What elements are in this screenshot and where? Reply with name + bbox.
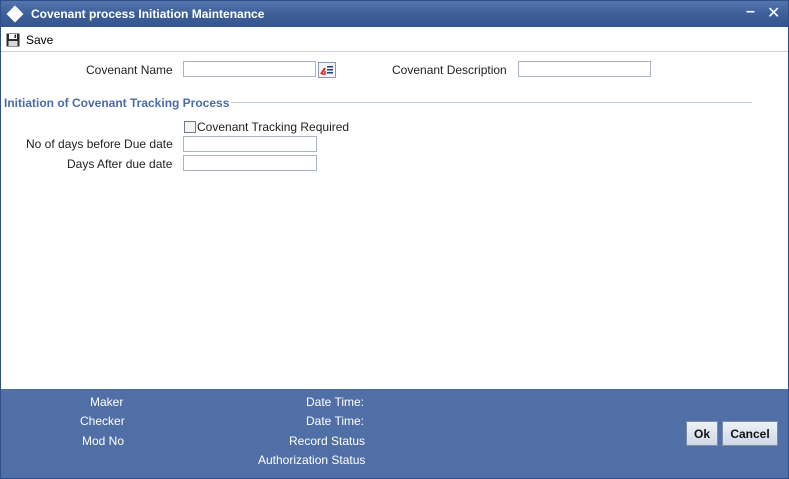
mod-no-label: Mod No: [82, 434, 125, 448]
covenant-description-label: Covenant Description: [392, 63, 507, 77]
record-status-label: Record Status: [289, 434, 366, 448]
covenant-name-input[interactable]: [183, 61, 316, 77]
covenant-tracking-required-checkbox[interactable]: Covenant Tracking Required: [184, 120, 349, 134]
close-icon[interactable]: ✕: [767, 3, 780, 23]
floppy-disk-icon: [6, 33, 20, 47]
section-title: Initiation of Covenant Tracking Process: [4, 96, 230, 110]
cancel-button[interactable]: Cancel: [722, 421, 778, 446]
covenant-process-window: Covenant process Initiation Maintenance …: [0, 0, 789, 479]
days-before-due-date-input[interactable]: [183, 136, 317, 152]
minimize-icon[interactable]: –: [746, 3, 755, 21]
authorization-status-label: Authorization Status: [258, 453, 366, 467]
covenant-tracking-required-label: Covenant Tracking Required: [197, 120, 350, 134]
list-of-values-icon[interactable]: [318, 62, 336, 78]
checkbox-box[interactable]: [184, 121, 196, 133]
days-before-due-date-label: No of days before Due date: [26, 137, 173, 151]
covenant-description-input[interactable]: [518, 61, 651, 77]
ok-button[interactable]: Ok: [686, 421, 718, 446]
maker-label: Maker: [90, 395, 124, 409]
days-after-due-date-label: Days After due date: [67, 157, 173, 171]
save-button[interactable]: Save: [6, 31, 53, 49]
date-time-label-maker: Date Time:: [306, 395, 365, 409]
section-divider: [231, 102, 752, 103]
toolbar-divider: [1, 51, 788, 52]
save-label: Save: [26, 33, 54, 47]
window-title: Covenant process Initiation Maintenance: [31, 7, 265, 21]
diamond-icon: [6, 5, 24, 23]
date-time-label-checker: Date Time:: [306, 414, 365, 428]
covenant-name-label: Covenant Name: [86, 63, 173, 77]
toolbar: Save: [1, 27, 788, 51]
days-after-due-date-input[interactable]: [183, 155, 317, 171]
checker-label: Checker: [80, 414, 125, 428]
title-bar[interactable]: Covenant process Initiation Maintenance …: [1, 1, 788, 27]
